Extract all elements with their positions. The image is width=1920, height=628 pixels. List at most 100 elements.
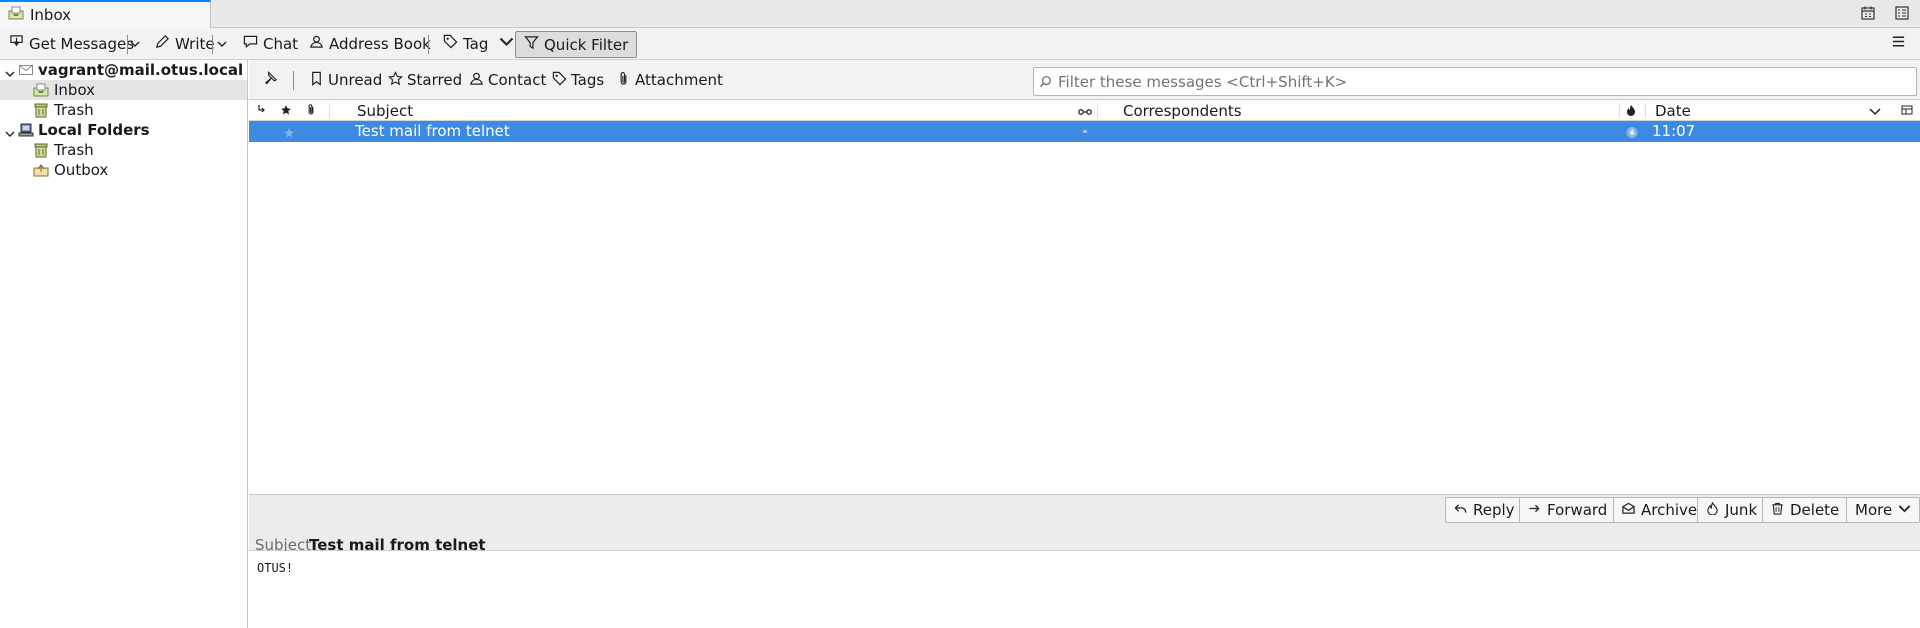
inbox-icon xyxy=(8,5,24,25)
folder-local-trash[interactable]: Trash xyxy=(0,140,247,160)
address-book-button[interactable]: Address Book xyxy=(306,31,434,56)
folder-label: Inbox xyxy=(54,81,96,99)
quick-filter-button[interactable]: Quick Filter xyxy=(515,31,638,58)
pin-icon xyxy=(263,70,278,90)
flame-icon xyxy=(1706,501,1719,519)
outbox-icon xyxy=(33,162,49,178)
tab-inbox[interactable]: Inbox xyxy=(0,0,211,28)
chat-button[interactable]: Chat xyxy=(240,31,301,56)
filter-search-input[interactable] xyxy=(1056,70,1920,93)
calendar-icon[interactable] xyxy=(1860,5,1878,23)
folder-inbox[interactable]: Inbox xyxy=(0,80,247,100)
delete-button[interactable]: Delete xyxy=(1762,497,1849,523)
thread-column-header: Subject Correspondents Date xyxy=(249,100,1920,121)
message-body-text: OTUS! xyxy=(257,561,294,575)
forward-button[interactable]: Forward xyxy=(1519,497,1617,523)
column-picker-button[interactable] xyxy=(1901,100,1913,121)
subject-column-header[interactable]: Subject xyxy=(357,100,413,121)
correspondents-column-label: Correspondents xyxy=(1123,101,1242,120)
chevron-down-icon xyxy=(217,35,227,53)
message-header: Reply Forward Archive Junk Delete More S… xyxy=(249,494,1920,554)
address-book-label: Address Book xyxy=(329,34,431,53)
reply-icon xyxy=(1454,501,1467,519)
get-messages-button[interactable]: Get Messages xyxy=(6,31,137,56)
date-column-label: Date xyxy=(1655,101,1691,120)
message-date: 11:07 xyxy=(1652,122,1696,140)
tag-icon xyxy=(552,71,567,90)
date-column-header[interactable]: Date xyxy=(1655,100,1691,121)
folder-label: vagrant@mail.otus.local xyxy=(38,61,244,79)
subject-column-label: Subject xyxy=(357,101,414,120)
star-icon[interactable] xyxy=(283,125,295,143)
filter-contact-button[interactable]: Contact xyxy=(469,68,546,92)
filter-search-field[interactable] xyxy=(1033,67,1920,96)
column-divider xyxy=(1097,103,1098,118)
tasks-icon[interactable] xyxy=(1894,5,1912,23)
column-divider xyxy=(1619,103,1620,118)
write-dropdown[interactable] xyxy=(214,33,230,54)
filter-tags-label: Tags xyxy=(571,71,605,89)
app-menu-button[interactable] xyxy=(1888,31,1909,56)
trash-icon xyxy=(33,142,49,158)
trash-icon xyxy=(33,102,49,118)
more-button[interactable]: More xyxy=(1846,497,1920,523)
archive-label: Archive xyxy=(1641,501,1698,519)
local-folders-icon xyxy=(18,122,34,138)
filter-starred-label: Starred xyxy=(407,71,463,89)
tag-icon xyxy=(443,34,458,53)
correspondents-column-header[interactable]: Correspondents xyxy=(1123,100,1242,121)
filter-tags-button[interactable]: Tags xyxy=(552,68,604,92)
filter-attachment-label: Attachment xyxy=(635,71,723,89)
flame-icon xyxy=(1626,102,1636,120)
reply-label: Reply xyxy=(1473,501,1515,519)
chevron-down-icon[interactable] xyxy=(5,125,15,137)
tag-button[interactable]: Tag xyxy=(440,31,517,56)
tag-label: Tag xyxy=(463,34,489,53)
chevron-down-icon xyxy=(1869,102,1881,120)
get-messages-dropdown[interactable] xyxy=(127,33,143,54)
chevron-down-icon[interactable] xyxy=(5,65,15,77)
read-status-dot-icon[interactable] xyxy=(1083,130,1087,133)
quick-filter-label: Quick Filter xyxy=(544,35,629,54)
folder-label: Local Folders xyxy=(38,121,150,139)
delete-label: Delete xyxy=(1790,501,1840,519)
junk-status-icon[interactable] xyxy=(1626,125,1638,143)
chevron-down-icon xyxy=(499,34,514,53)
thread-column-toggle[interactable] xyxy=(257,100,267,121)
column-divider xyxy=(329,103,330,118)
main-toolbar: Get Messages Write Chat Address Book Tag… xyxy=(0,28,1920,60)
trash-icon xyxy=(1771,501,1784,519)
message-subject: Test mail from telnet xyxy=(355,122,510,140)
table-row[interactable]: Test mail from telnet 11:07 xyxy=(249,121,1920,142)
archive-button[interactable]: Archive xyxy=(1613,497,1707,523)
folder-account[interactable]: vagrant@mail.otus.local xyxy=(0,60,247,80)
archive-icon xyxy=(1622,501,1635,519)
folder-trash[interactable]: Trash xyxy=(0,100,247,120)
reply-button[interactable]: Reply xyxy=(1445,497,1524,523)
paperclip-icon xyxy=(305,102,317,120)
folder-outbox[interactable]: Outbox xyxy=(0,160,247,180)
read-column-header[interactable] xyxy=(1078,100,1092,121)
filter-contact-label: Contact xyxy=(488,71,547,89)
starred-column-header[interactable] xyxy=(280,100,292,121)
more-label: More xyxy=(1855,501,1893,519)
write-button[interactable]: Write xyxy=(152,31,218,56)
sticky-filter-toggle[interactable] xyxy=(263,68,278,92)
junk-column-header[interactable] xyxy=(1626,100,1636,121)
folder-label: Outbox xyxy=(54,161,109,179)
address-book-icon xyxy=(309,34,324,53)
write-label: Write xyxy=(175,34,215,53)
filter-starred-button[interactable]: Starred xyxy=(387,68,463,92)
filter-attachment-button[interactable]: Attachment xyxy=(616,68,723,92)
folder-pane: vagrant@mail.otus.local Inbox Trash Loca… xyxy=(0,60,248,628)
filter-divider xyxy=(293,71,294,90)
pencil-icon xyxy=(155,34,170,53)
download-icon xyxy=(9,34,24,53)
forward-icon xyxy=(1528,501,1541,519)
filter-unread-button[interactable]: Unread xyxy=(309,68,382,92)
folder-local-folders[interactable]: Local Folders xyxy=(0,120,247,140)
attachment-column-header[interactable] xyxy=(305,100,317,121)
toolbar-divider xyxy=(212,35,213,54)
sort-chevron[interactable] xyxy=(1869,100,1881,121)
junk-button[interactable]: Junk xyxy=(1697,497,1767,523)
